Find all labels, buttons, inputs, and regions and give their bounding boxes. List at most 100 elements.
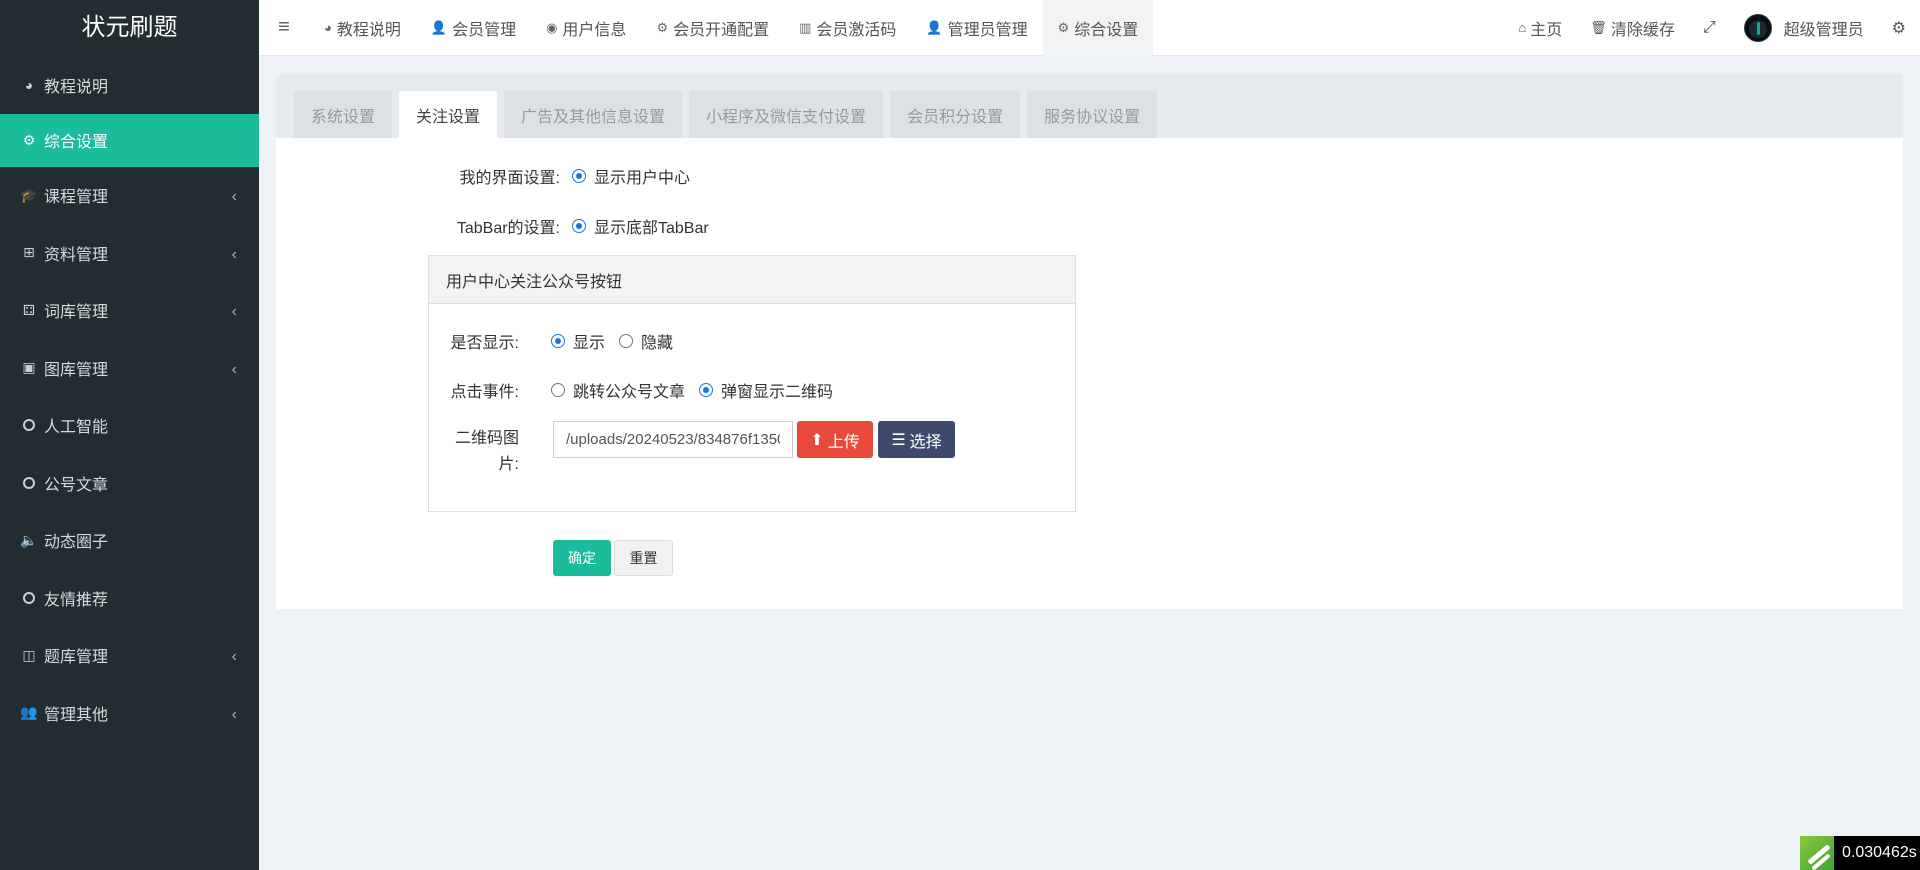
tab-activation-codes[interactable]: ▥ 会员激活码	[784, 0, 911, 56]
circle-icon	[23, 476, 35, 489]
chevron-left-icon: ‹	[231, 245, 237, 263]
qr-image-path-input[interactable]	[553, 421, 793, 458]
sidebar-item-label: 课程管理	[44, 189, 109, 207]
option-label: 弹窗显示二维码	[721, 384, 834, 401]
sidebar-item-materials[interactable]: ⊞ 资料管理 ‹	[0, 224, 259, 282]
show-no-radio[interactable]: 隐藏	[619, 329, 673, 353]
option-label: 显示用户中心	[594, 170, 691, 187]
radio-checked[interactable]	[699, 383, 714, 397]
sidebar-item-gallery[interactable]: ▣ 图库管理 ‹	[0, 339, 259, 397]
settings-tabs: 系统设置 关注设置 广告及其他信息设置 小程序及微信支付设置 会员积分设置 服务…	[276, 74, 1903, 138]
tabbar-setting-row: TabBar的设置: 显示底部TabBar	[430, 214, 723, 238]
sidebar-item-vocabulary[interactable]: ⚃ 词库管理 ‹	[0, 282, 259, 340]
sidebar-item-moments[interactable]: 🔈 动态圈子	[0, 512, 259, 570]
sidebar-item-recommend[interactable]: 友情推荐	[0, 569, 259, 627]
reset-button[interactable]: 重置	[614, 540, 673, 576]
radio-checked[interactable]	[551, 334, 565, 348]
tab-system-settings[interactable]: 系统设置	[294, 91, 393, 138]
chevron-left-icon: ‹	[231, 188, 237, 206]
select-button[interactable]: ☰ 选择	[878, 421, 955, 458]
circle-icon	[23, 419, 35, 432]
upload-label: 上传	[827, 433, 860, 451]
tab-agreement-settings[interactable]: 服务协议设置	[1027, 91, 1158, 138]
tab-ad-settings[interactable]: 广告及其他信息设置	[504, 91, 683, 138]
radio-checked[interactable]	[572, 169, 586, 183]
chevron-left-icon: ‹	[231, 360, 237, 378]
tab-admin-management[interactable]: 👤 管理员管理	[911, 0, 1042, 56]
sidebar-item-label: 友情推荐	[44, 591, 109, 609]
tab-user-info[interactable]: ◉ 用户信息	[531, 0, 641, 56]
click-event-row: 点击事件: 跳转公众号文章 弹窗显示二维码	[449, 378, 847, 402]
volume-icon: 🔈	[20, 531, 38, 548]
sidebar-item-tutorial[interactable]: ◕ 教程说明	[0, 56, 259, 114]
popup-qrcode-radio[interactable]: 弹窗显示二维码	[699, 378, 833, 402]
sidebar-item-articles[interactable]: 公号文章	[0, 454, 259, 512]
option-label: 隐藏	[641, 335, 674, 352]
user-icon: 👤	[926, 19, 943, 35]
sidebar-item-question-bank[interactable]: ◫ 题库管理 ‹	[0, 627, 259, 685]
home-label: 主页	[1530, 21, 1563, 39]
gears-icon: ⚙	[22, 131, 36, 148]
fullscreen-icon[interactable]: ⤢	[1689, 19, 1730, 37]
tab-label: 会员管理	[452, 21, 517, 39]
tab-follow-settings[interactable]: 关注设置	[399, 91, 498, 138]
settings-gears-icon[interactable]: ⚙	[1878, 18, 1920, 38]
gear-icon: ⚙	[656, 19, 669, 35]
cubes-icon: ⚃	[22, 301, 36, 318]
sidebar-item-general-settings[interactable]: ⚙ 综合设置	[0, 113, 259, 167]
admin-name: 超级管理员	[1783, 21, 1864, 39]
tab-miniprogram-settings[interactable]: 小程序及微信支付设置	[689, 91, 884, 138]
show-tabbar-radio[interactable]: 显示底部TabBar	[572, 214, 709, 238]
radio-checked[interactable]	[572, 219, 586, 233]
radio-unchecked[interactable]	[619, 334, 634, 348]
sidebar-item-ai[interactable]: 人工智能	[0, 397, 259, 455]
tab-member-management[interactable]: 👤 会员管理	[416, 0, 531, 56]
sidebar-item-courses[interactable]: 🎓 课程管理 ‹	[0, 167, 259, 225]
menu-toggle-icon[interactable]: ≡	[259, 16, 309, 39]
tab-membership-config[interactable]: ⚙ 会员开通配置	[641, 0, 784, 56]
my-page-label: 我的界面设置:	[459, 170, 560, 187]
upload-icon: ⬆	[810, 431, 824, 449]
trash-icon: 🗑	[1590, 19, 1607, 35]
thinkphp-logo-icon	[1800, 836, 1834, 870]
tab-label: 用户信息	[562, 21, 627, 39]
barcode-icon: ▥	[799, 19, 812, 35]
sidebar-item-label: 资料管理	[44, 246, 109, 264]
user-menu[interactable]: 超级管理员	[1730, 13, 1878, 42]
home-link[interactable]: ⌂ 主页	[1504, 16, 1576, 40]
sidebar-item-label: 人工智能	[44, 419, 109, 437]
chevron-left-icon: ‹	[231, 303, 237, 321]
sidebar-item-label: 公号文章	[44, 476, 109, 494]
top-right-actions: ⌂ 主页 🗑 清除缓存 ⤢ 超级管理员 ⚙	[1504, 0, 1920, 56]
dashboard-icon: ◕	[324, 20, 332, 35]
my-page-setting-row: 我的界面设置: 显示用户中心	[430, 164, 704, 188]
radio-unchecked[interactable]	[551, 383, 565, 397]
upload-button[interactable]: ⬆ 上传	[797, 421, 873, 458]
option-label: 显示底部TabBar	[594, 220, 709, 237]
follow-button-panel: 用户中心关注公众号按钮 是否显示: 显示 隐藏 点击事件: 跳转公众号文章 弹窗…	[428, 255, 1076, 512]
qr-image-label: 二维码图 片:	[449, 426, 519, 478]
clear-cache-button[interactable]: 🗑 清除缓存	[1576, 16, 1689, 40]
sidebar-item-label: 词库管理	[44, 304, 109, 322]
jump-article-radio[interactable]: 跳转公众号文章	[551, 378, 685, 402]
user-circle-icon: ◉	[546, 19, 558, 35]
show-user-center-radio[interactable]: 显示用户中心	[572, 164, 690, 188]
option-label: 显示	[573, 335, 606, 352]
show-label: 是否显示:	[450, 335, 519, 352]
tab-points-settings[interactable]: 会员积分设置	[890, 91, 1021, 138]
app-logo-title[interactable]: 状元刷题	[0, 0, 259, 56]
sidebar-item-other[interactable]: 👥 管理其他 ‹	[0, 684, 259, 742]
columns-icon: ◫	[22, 646, 36, 663]
tab-label: 会员激活码	[816, 21, 897, 39]
sidebar-item-label: 管理其他	[44, 706, 109, 724]
show-row: 是否显示: 显示 隐藏	[449, 329, 687, 353]
top-navbar: ≡ ◕ 教程说明 👤 会员管理 ◉ 用户信息 ⚙ 会员开通配置 ▥ 会员激活码 …	[259, 0, 1920, 56]
tab-general-settings[interactable]: ⚙ 综合设置	[1042, 0, 1154, 56]
submit-button[interactable]: 确定	[553, 540, 611, 576]
panel-title: 用户中心关注公众号按钮	[429, 256, 1075, 304]
tab-label: 教程说明	[336, 21, 401, 39]
sidebar-item-label: 题库管理	[44, 649, 109, 667]
show-yes-radio[interactable]: 显示	[551, 329, 605, 353]
tab-tutorial[interactable]: ◕ 教程说明	[309, 0, 416, 56]
chevron-left-icon: ‹	[231, 648, 237, 666]
